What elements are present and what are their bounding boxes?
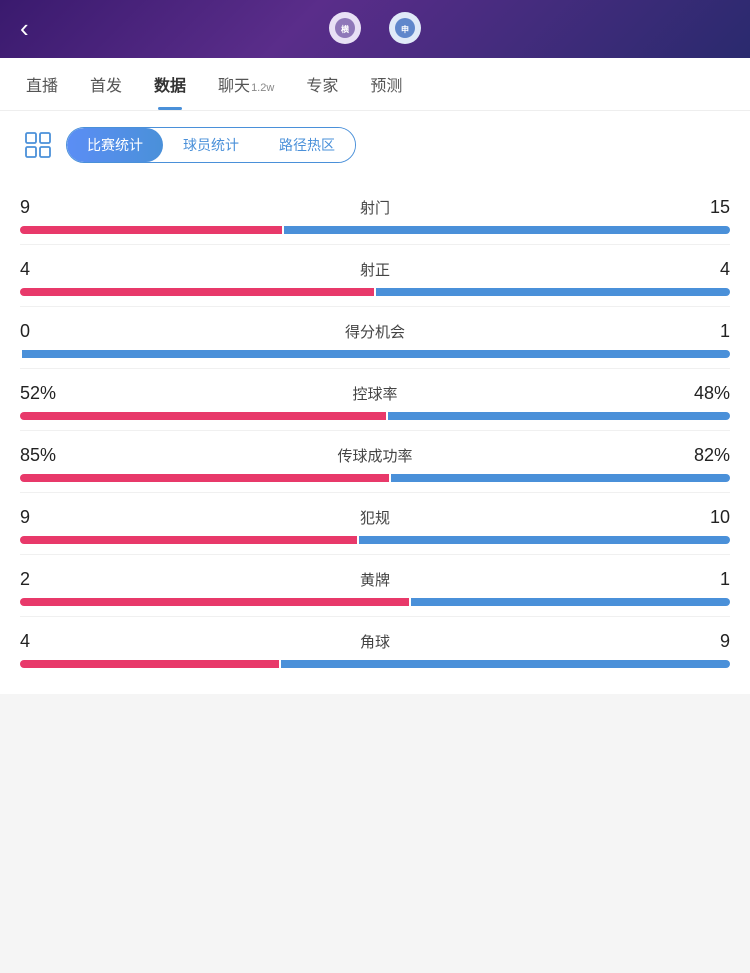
svg-text:横: 横: [341, 24, 350, 34]
stat-bars: [20, 660, 730, 668]
stat-right-val: 1: [670, 321, 730, 342]
stat-label: 角球: [80, 631, 670, 652]
stat-row-3: 52% 控球率 48%: [20, 369, 730, 431]
bar-left: [20, 474, 389, 482]
stat-right-val: 48%: [670, 383, 730, 404]
stat-label: 传球成功率: [80, 445, 670, 466]
stat-label: 射正: [80, 259, 670, 280]
stat-right-val: 1: [670, 569, 730, 590]
stat-right-val: 4: [670, 259, 730, 280]
bar-right: [359, 536, 730, 544]
nav-tabs: 直播 首发 数据 聊天1.2w 专家 预测: [0, 58, 750, 111]
stat-left-val: 85%: [20, 445, 80, 466]
stats-container: 9 射门 15 4 射正 4 0 得分机会 1 52% 控: [20, 183, 730, 678]
filter-bar: 比赛统计 球员统计 路径热区: [20, 127, 730, 163]
bar-right: [376, 288, 730, 296]
bar-left: [20, 226, 282, 234]
stat-right-val: 9: [670, 631, 730, 652]
chat-badge: 1.2w: [251, 82, 274, 94]
team-left-logo: 横: [329, 12, 361, 44]
filter-heatmap[interactable]: 路径热区: [259, 128, 355, 162]
stat-label: 犯规: [80, 507, 670, 528]
bar-left: [20, 288, 374, 296]
bar-left: [20, 598, 409, 606]
tab-expert[interactable]: 专家: [290, 58, 354, 110]
stat-row-7: 4 角球 9: [20, 617, 730, 678]
bar-right: [411, 598, 730, 606]
stat-bars: [20, 350, 730, 358]
stat-bars: [20, 598, 730, 606]
stat-bars: [20, 474, 730, 482]
stat-left-val: 2: [20, 569, 80, 590]
bar-right: [391, 474, 730, 482]
stat-left-val: 9: [20, 507, 80, 528]
stat-label: 控球率: [80, 383, 670, 404]
stat-left-val: 52%: [20, 383, 80, 404]
stat-bars: [20, 412, 730, 420]
stat-row-5: 9 犯规 10: [20, 493, 730, 555]
main-content: 比赛统计 球员统计 路径热区 9 射门 15 4 射正 4 0 得分机会: [0, 111, 750, 694]
stat-left-val: 9: [20, 197, 80, 218]
filter-player-stats[interactable]: 球员统计: [163, 128, 259, 162]
tab-live[interactable]: 直播: [10, 58, 74, 110]
back-button[interactable]: ‹: [20, 13, 60, 44]
stat-row-6: 2 黄牌 1: [20, 555, 730, 617]
stat-row-0: 9 射门 15: [20, 183, 730, 245]
layout-icon[interactable]: [20, 127, 56, 163]
tab-predict[interactable]: 预测: [354, 58, 418, 110]
match-header: ‹ 横 申: [0, 0, 750, 58]
match-info: 横 申: [60, 12, 690, 44]
bar-right: [284, 226, 730, 234]
tab-lineup[interactable]: 首发: [74, 58, 138, 110]
stat-label: 黄牌: [80, 569, 670, 590]
stat-row-1: 4 射正 4: [20, 245, 730, 307]
stat-bars: [20, 226, 730, 234]
stat-right-val: 10: [670, 507, 730, 528]
stat-right-val: 15: [670, 197, 730, 218]
stat-left-val: 0: [20, 321, 80, 342]
tab-chat[interactable]: 聊天1.2w: [202, 58, 290, 110]
stat-bars: [20, 288, 730, 296]
team-right-logo: 申: [389, 12, 421, 44]
stat-left-val: 4: [20, 259, 80, 280]
stat-label: 得分机会: [80, 321, 670, 342]
bar-left: [20, 412, 386, 420]
bar-left: [20, 536, 357, 544]
svg-text:申: 申: [401, 24, 409, 34]
stat-right-val: 82%: [670, 445, 730, 466]
stat-row-2: 0 得分机会 1: [20, 307, 730, 369]
filter-match-stats[interactable]: 比赛统计: [67, 128, 163, 162]
stat-label: 射门: [80, 197, 670, 218]
bar-right: [22, 350, 730, 358]
stat-bars: [20, 536, 730, 544]
stat-filter-tabs: 比赛统计 球员统计 路径热区: [66, 127, 356, 163]
stat-row-4: 85% 传球成功率 82%: [20, 431, 730, 493]
bar-right: [388, 412, 730, 420]
stat-left-val: 4: [20, 631, 80, 652]
tab-stats[interactable]: 数据: [138, 58, 202, 110]
bar-right: [281, 660, 730, 668]
bar-left: [20, 660, 279, 668]
